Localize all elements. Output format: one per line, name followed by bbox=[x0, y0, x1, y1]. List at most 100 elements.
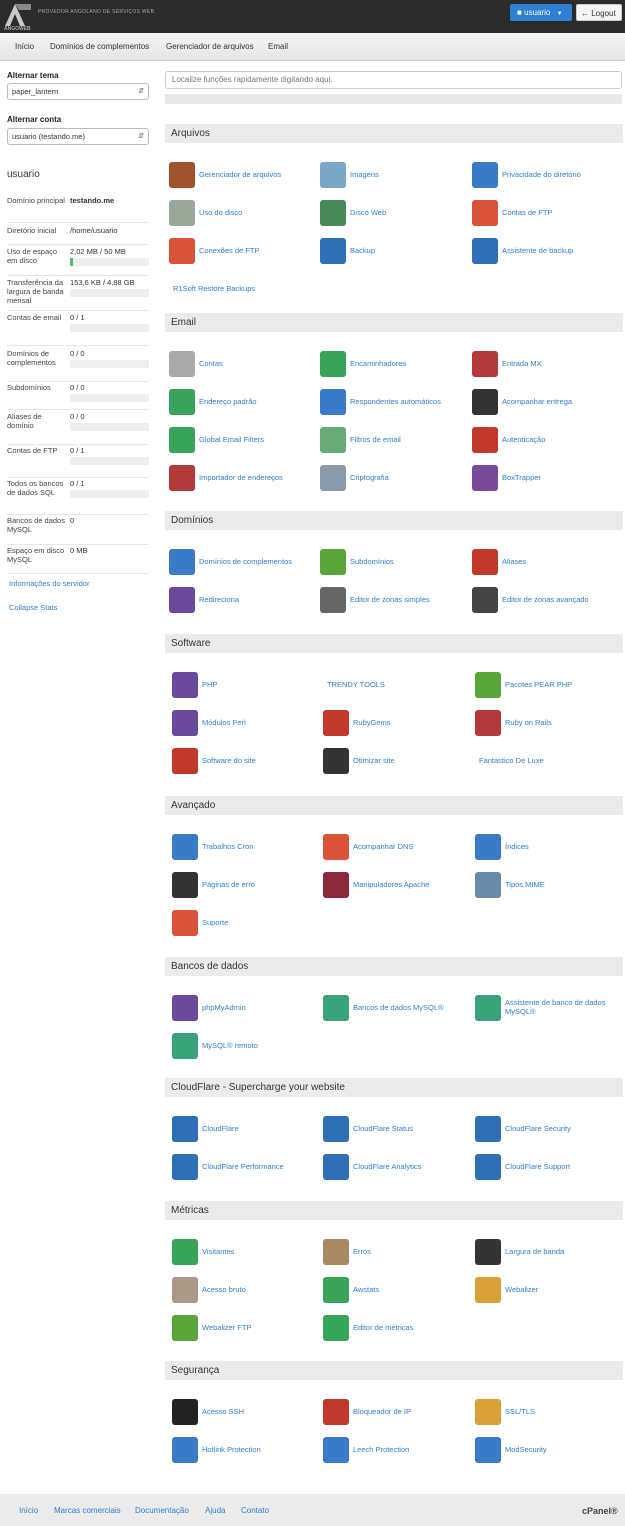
feature-link[interactable]: Conexões de FTP bbox=[169, 238, 317, 266]
feature-link[interactable]: BoxTrapper bbox=[472, 465, 620, 493]
feature-link[interactable]: Global Email Filters bbox=[169, 427, 317, 455]
feature-link[interactable]: Domínios de complementos bbox=[169, 549, 317, 577]
feature-label: Editor de zonas simples bbox=[350, 595, 430, 604]
feature-link[interactable]: Tipos MIME bbox=[475, 872, 623, 900]
feature-link[interactable]: MySQL® remoto bbox=[172, 1033, 320, 1061]
feature-link[interactable]: Imagens bbox=[320, 162, 468, 190]
feature-link[interactable]: phpMyAdmin bbox=[172, 995, 320, 1023]
footer-link-ajuda[interactable]: Ajuda bbox=[205, 1506, 225, 1515]
feature-link[interactable]: Entrada MX bbox=[472, 351, 620, 379]
feature-link[interactable]: PHP bbox=[172, 672, 320, 700]
account-select[interactable]: usuario (testando.me) ⇵ bbox=[7, 128, 149, 145]
feature-link[interactable]: Páginas de erro bbox=[172, 872, 320, 900]
feature-link[interactable]: SSL/TLS bbox=[475, 1399, 623, 1427]
user-menu-button[interactable]: ■ usuario ▼ bbox=[510, 4, 572, 21]
visitors-icon bbox=[172, 1239, 198, 1265]
feature-link[interactable]: CloudFlare Analytics bbox=[323, 1154, 471, 1182]
theme-select[interactable]: paper_lantern ⇵ bbox=[7, 83, 149, 100]
feature-link[interactable]: CloudFlare Support bbox=[475, 1154, 623, 1182]
feature-link[interactable]: Editor de zonas simples bbox=[320, 587, 468, 615]
feature-link[interactable]: Webalizer FTP bbox=[172, 1315, 320, 1343]
feature-link[interactable]: Índices bbox=[475, 834, 623, 862]
feature-link[interactable]: Editor de zonas avançado bbox=[472, 587, 620, 615]
feature-link[interactable]: Acesso bruto bbox=[172, 1277, 320, 1305]
feature-link[interactable]: Bloqueador de IP bbox=[323, 1399, 471, 1427]
section-header[interactable]: Bancos de dados bbox=[165, 957, 623, 976]
section-header[interactable]: CloudFlare - Supercharge your website bbox=[165, 1078, 623, 1097]
section-header[interactable]: Email bbox=[165, 313, 623, 332]
feature-link[interactable]: Assistente de banco de dados MySQL® bbox=[475, 995, 623, 1023]
search-input[interactable]: Localize funções rapidamente digitando a… bbox=[165, 71, 622, 89]
feature-link[interactable]: CloudFlare bbox=[172, 1116, 320, 1144]
feature-link[interactable]: Awstats bbox=[323, 1277, 471, 1305]
feature-link[interactable]: CloudFlare Security bbox=[475, 1116, 623, 1144]
nav-email[interactable]: Email bbox=[268, 42, 288, 51]
feature-link[interactable]: Otimizar site bbox=[323, 748, 471, 776]
collapse-stats-link[interactable]: Collapse Stats bbox=[9, 603, 57, 612]
feature-link[interactable]: Disco Web bbox=[320, 200, 468, 228]
feature-link[interactable]: Filtros de email bbox=[320, 427, 468, 455]
footer-link-contato[interactable]: Contato bbox=[241, 1506, 269, 1515]
feature-link[interactable]: Visitantes bbox=[172, 1239, 320, 1267]
feature-link[interactable]: Acompanhar entrega bbox=[472, 389, 620, 417]
feature-link[interactable]: Uso do disco bbox=[169, 200, 317, 228]
feature-link[interactable]: CloudFlare Performance bbox=[172, 1154, 320, 1182]
feature-link[interactable]: Assistente de backup bbox=[472, 238, 620, 266]
feature-link[interactable]: Autenticação bbox=[472, 427, 620, 455]
footer-link-documentacao[interactable]: Documentação bbox=[135, 1506, 189, 1515]
feature-link[interactable]: Manipuladores Apache bbox=[323, 872, 471, 900]
web-disk-icon bbox=[320, 200, 346, 226]
feature-link[interactable]: Ruby on Rails bbox=[475, 710, 623, 738]
feature-link[interactable]: Hotlink Protection bbox=[172, 1437, 320, 1465]
section-header[interactable]: Segurança bbox=[165, 1361, 623, 1380]
feature-link[interactable]: Trabalhos Cron bbox=[172, 834, 320, 862]
section-header[interactable]: Avançado bbox=[165, 796, 623, 815]
feature-link[interactable]: Contas bbox=[169, 351, 317, 379]
feature-link[interactable]: Erros bbox=[323, 1239, 471, 1267]
nav-gerenciador-arquivos[interactable]: Gerenciador de arquivos bbox=[166, 42, 254, 51]
section-header[interactable]: Arquivos bbox=[165, 124, 623, 143]
feature-link[interactable]: Acesso SSH bbox=[172, 1399, 320, 1427]
feature-link[interactable]: Acompanhar DNS bbox=[323, 834, 471, 862]
feature-link[interactable]: Privacidade do diretório bbox=[472, 162, 620, 190]
angoweb-logo[interactable] bbox=[3, 2, 33, 28]
section-header[interactable]: Métricas bbox=[165, 1201, 623, 1220]
feature-link[interactable]: Módulos Perl bbox=[172, 710, 320, 738]
nav-dominios-complementos[interactable]: Domínios de complementos bbox=[50, 42, 149, 51]
text-link[interactable]: TRENDY TOOLS bbox=[327, 680, 385, 689]
feature-link[interactable]: Gerenciador de arquivos bbox=[169, 162, 317, 190]
nav-inicio[interactable]: Início bbox=[15, 42, 34, 51]
server-info-link[interactable]: Informações do servidor bbox=[9, 579, 89, 588]
feature-link[interactable]: ModSecurity bbox=[475, 1437, 623, 1465]
stat-value: 153,6 KB / 4,88 GB bbox=[70, 278, 135, 287]
feature-link[interactable]: Editor de métricas bbox=[323, 1315, 471, 1343]
footer-link-marcas[interactable]: Marcas comerciais bbox=[54, 1506, 121, 1515]
feature-link[interactable]: Pacotes PEAR PHP bbox=[475, 672, 623, 700]
feature-link[interactable]: Suporte bbox=[172, 910, 320, 938]
feature-link[interactable]: Largura de banda bbox=[475, 1239, 623, 1267]
logout-button[interactable]: ← Logout bbox=[576, 4, 622, 21]
feature-link[interactable]: Respondentes automáticos bbox=[320, 389, 468, 417]
feature-link[interactable]: Software do site bbox=[172, 748, 320, 776]
feature-link[interactable]: Leech Protection bbox=[323, 1437, 471, 1465]
feature-link[interactable]: Aliases bbox=[472, 549, 620, 577]
feature-link[interactable]: Encaminhadores bbox=[320, 351, 468, 379]
feature-link[interactable]: Redireciona bbox=[169, 587, 317, 615]
feature-link[interactable]: Webalizer bbox=[475, 1277, 623, 1305]
feature-link[interactable]: Contas de FTP bbox=[472, 200, 620, 228]
feature-link[interactable]: Importador de endereços bbox=[169, 465, 317, 493]
boxtrapper-icon bbox=[472, 465, 498, 491]
feature-link[interactable]: Subdomínios bbox=[320, 549, 468, 577]
text-link[interactable]: R1Soft Restore Backups bbox=[173, 284, 255, 293]
feature-link[interactable]: CloudFlare Status bbox=[323, 1116, 471, 1144]
feature-link[interactable]: Criptografia bbox=[320, 465, 468, 493]
footer-link-inicio[interactable]: Início bbox=[19, 1506, 38, 1515]
text-link[interactable]: Fantastico De Luxe bbox=[479, 756, 544, 765]
section-header[interactable]: Software bbox=[165, 634, 623, 653]
feature-link[interactable]: RubyGems bbox=[323, 710, 471, 738]
feature-link[interactable]: Bancos de dados MySQL® bbox=[323, 995, 471, 1023]
feature-link[interactable]: Backup bbox=[320, 238, 468, 266]
section-header[interactable]: Domínios bbox=[165, 511, 623, 530]
cloudflare-analytics-icon bbox=[323, 1154, 349, 1180]
feature-link[interactable]: Endereço padrão bbox=[169, 389, 317, 417]
